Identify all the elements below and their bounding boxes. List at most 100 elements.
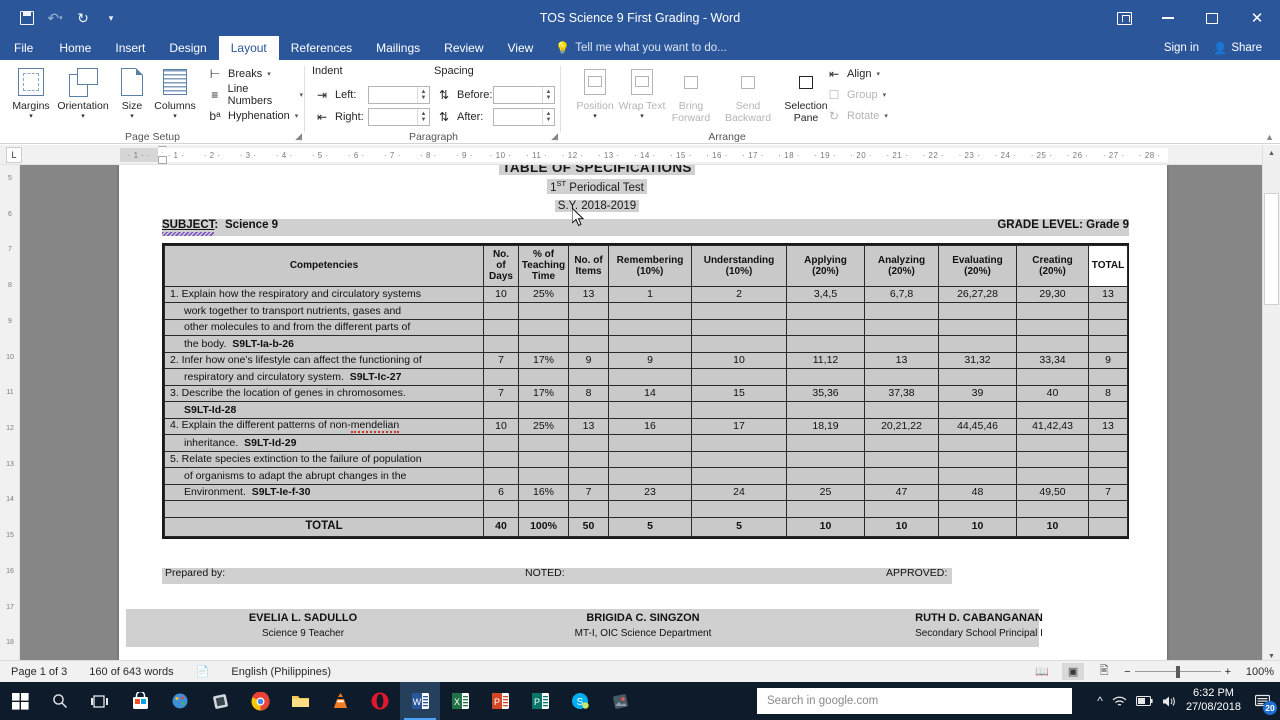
- left-indent-marker[interactable]: [158, 156, 167, 164]
- table-cell-understanding[interactable]: [692, 501, 787, 518]
- table-cell-total[interactable]: [1089, 336, 1128, 353]
- competency-cell[interactable]: 5. Relate species extinction to the fail…: [165, 451, 484, 468]
- size-button[interactable]: Size ▾: [112, 62, 152, 130]
- scrollbar-thumb[interactable]: [1264, 193, 1279, 305]
- table-cell-applying[interactable]: 11,12: [787, 352, 865, 369]
- table-row[interactable]: of organisms to adapt the abrupt changes…: [165, 468, 1128, 485]
- customize-qat-icon[interactable]: ▾: [98, 6, 124, 30]
- group-menu[interactable]: ☐ Group ▾: [824, 85, 888, 105]
- table-cell-analyzing[interactable]: [865, 319, 939, 336]
- table-cell-days[interactable]: 6: [484, 484, 519, 501]
- tab-file[interactable]: File: [0, 36, 47, 60]
- table-cell-total[interactable]: [1089, 402, 1128, 419]
- table-cell-analyzing[interactable]: 13: [865, 352, 939, 369]
- spacing-after-stepper[interactable]: ▲▼: [542, 109, 554, 125]
- language-status[interactable]: English (Philippines): [220, 666, 342, 678]
- table-cell-remembering[interactable]: [609, 319, 692, 336]
- table-cell-evaluating[interactable]: [939, 336, 1017, 353]
- table-cell-days[interactable]: 7: [484, 352, 519, 369]
- table-cell-pct[interactable]: [519, 369, 569, 386]
- table-cell-evaluating[interactable]: [939, 369, 1017, 386]
- hyphenation-menu[interactable]: bᵃ Hyphenation ▾: [205, 106, 300, 126]
- maximize-icon[interactable]: [1190, 0, 1234, 36]
- competency-cell[interactable]: work together to transport nutrients, ga…: [165, 303, 484, 320]
- table-cell-understanding[interactable]: 17: [692, 418, 787, 435]
- table-cell-analyzing[interactable]: [865, 402, 939, 419]
- table-cell-creating[interactable]: 41,42,43: [1017, 418, 1089, 435]
- table-cell-understanding[interactable]: 10: [692, 352, 787, 369]
- table-cell-applying[interactable]: [787, 336, 865, 353]
- start-button[interactable]: [0, 682, 40, 720]
- tab-stop-selector[interactable]: L: [6, 147, 22, 163]
- table-cell-total[interactable]: [1089, 451, 1128, 468]
- table-row[interactable]: 5. Relate species extinction to the fail…: [165, 451, 1128, 468]
- table-cell-pct[interactable]: [519, 451, 569, 468]
- table-cell-remembering[interactable]: 9: [609, 352, 692, 369]
- spacing-before-stepper[interactable]: ▲▼: [542, 87, 554, 103]
- table-row[interactable]: S9LT-Id-28: [165, 402, 1128, 419]
- tab-insert[interactable]: Insert: [103, 36, 157, 60]
- zoom-level-label[interactable]: 100%: [1240, 666, 1274, 678]
- table-cell-creating[interactable]: [1017, 303, 1089, 320]
- table-row[interactable]: work together to transport nutrients, ga…: [165, 303, 1128, 320]
- table-cell-pct[interactable]: [519, 435, 569, 452]
- table-cell-remembering[interactable]: 14: [609, 385, 692, 402]
- table-cell-applying[interactable]: [787, 435, 865, 452]
- indent-right-input[interactable]: ▲▼: [368, 108, 430, 126]
- columns-button[interactable]: Columns ▾: [150, 62, 200, 130]
- table-cell-analyzing[interactable]: [865, 451, 939, 468]
- competency-cell[interactable]: [165, 501, 484, 518]
- table-cell-items[interactable]: 9: [569, 352, 609, 369]
- table-cell-total[interactable]: 8: [1089, 385, 1128, 402]
- margins-button[interactable]: Margins ▾: [4, 62, 58, 130]
- table-cell-days[interactable]: 10: [484, 286, 519, 303]
- table-cell-items[interactable]: [569, 303, 609, 320]
- table-cell-remembering[interactable]: [609, 435, 692, 452]
- table-total-row[interactable]: TOTAL40100%505510101010: [165, 517, 1128, 536]
- microsoft-store-icon[interactable]: [120, 682, 160, 720]
- sign-in-button[interactable]: Sign in: [1164, 42, 1199, 54]
- table-cell-analyzing[interactable]: [865, 369, 939, 386]
- table-cell-evaluating[interactable]: 48: [939, 484, 1017, 501]
- breaks-menu[interactable]: ⊢ Breaks ▾: [205, 64, 273, 84]
- paragraph-dialog-launcher[interactable]: ◢: [551, 131, 558, 142]
- opera-icon[interactable]: [360, 682, 400, 720]
- table-cell-pct[interactable]: 17%: [519, 385, 569, 402]
- orientation-button[interactable]: Orientation ▾: [54, 62, 112, 130]
- excel-icon[interactable]: X: [440, 682, 480, 720]
- search-icon[interactable]: [40, 682, 80, 720]
- table-cell-items[interactable]: 8: [569, 385, 609, 402]
- tab-references[interactable]: References: [279, 36, 364, 60]
- ribbon-display-options-icon[interactable]: [1102, 0, 1146, 36]
- competency-cell[interactable]: 3. Describe the location of genes in chr…: [165, 385, 484, 402]
- table-cell-applying[interactable]: 18,19: [787, 418, 865, 435]
- table-cell-creating[interactable]: [1017, 319, 1089, 336]
- zoom-track[interactable]: [1135, 671, 1221, 673]
- tab-layout[interactable]: Layout: [219, 36, 279, 60]
- tos-table[interactable]: CompetenciesNo.ofDays% ofTeachingTimeNo.…: [164, 245, 1128, 537]
- bring-forward-button[interactable]: Bring Forward: [661, 62, 721, 130]
- table-cell-pct[interactable]: 16%: [519, 484, 569, 501]
- table-cell-remembering[interactable]: [609, 303, 692, 320]
- spacing-after-input[interactable]: ▲▼: [493, 108, 555, 126]
- table-cell-understanding[interactable]: [692, 303, 787, 320]
- notes-icon[interactable]: [200, 682, 240, 720]
- photos-icon[interactable]: [600, 682, 640, 720]
- table-cell-remembering[interactable]: [609, 501, 692, 518]
- indent-right-stepper[interactable]: ▲▼: [417, 109, 429, 125]
- table-cell-analyzing[interactable]: [865, 336, 939, 353]
- competency-cell[interactable]: 2. Infer how one’s lifestyle can affect …: [165, 352, 484, 369]
- competency-cell[interactable]: the body. S9LT-Ia-b-26: [165, 336, 484, 353]
- table-cell-days[interactable]: [484, 402, 519, 419]
- table-cell-remembering[interactable]: 16: [609, 418, 692, 435]
- table-row[interactable]: Environment. S9LT-Ie-f-30616%72324254748…: [165, 484, 1128, 501]
- table-cell-remembering[interactable]: 1: [609, 286, 692, 303]
- close-icon[interactable]: ✕: [1234, 0, 1280, 36]
- table-body[interactable]: 1. Explain how the respiratory and circu…: [165, 286, 1128, 536]
- table-cell-analyzing[interactable]: [865, 468, 939, 485]
- publisher-icon[interactable]: P: [520, 682, 560, 720]
- table-cell-evaluating[interactable]: [939, 468, 1017, 485]
- action-center-icon[interactable]: 20: [1250, 689, 1274, 713]
- competency-cell[interactable]: of organisms to adapt the abrupt changes…: [165, 468, 484, 485]
- collapse-ribbon-icon[interactable]: ▲: [1265, 132, 1274, 142]
